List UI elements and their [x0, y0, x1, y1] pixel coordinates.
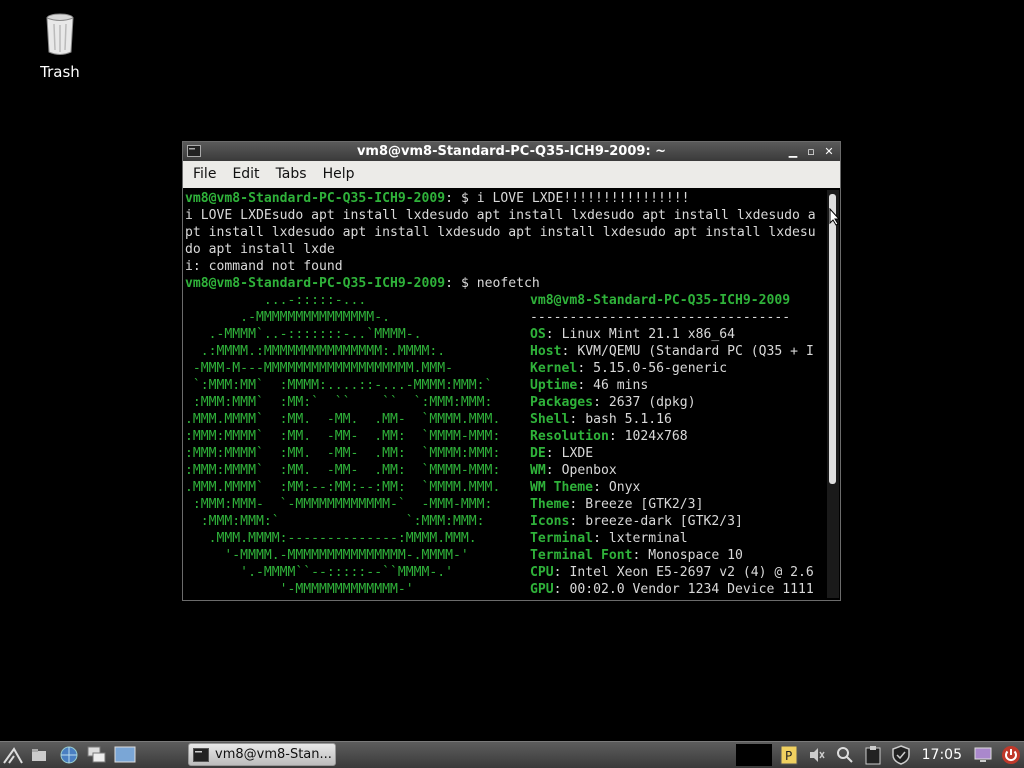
neofetch-logo-line: '.-MMMM``--:::::--``MMMM-.' [185, 565, 454, 580]
neofetch-logo-line: .-MMMM`..-:::::::-..`MMMM-. [185, 327, 422, 342]
neofetch-info-line: Packages: 2637 (dpkg) [530, 395, 696, 410]
neofetch-logo-line: ...-:::::-... [185, 293, 367, 308]
web-browser-launcher[interactable] [58, 744, 80, 766]
globe-icon [60, 746, 78, 764]
desktop-icon [114, 746, 136, 763]
window-titlebar[interactable]: vm8@vm8-Standard-PC-Q35-ICH9-2009: ~ ▁ ▫… [183, 142, 840, 161]
maximize-button[interactable]: ▫ [804, 142, 818, 161]
neofetch-info-line: Host: KVM/QEMU (Standard PC (Q35 + I [530, 344, 814, 359]
clipboard-icon [865, 746, 881, 765]
logout-button[interactable] [1000, 744, 1022, 766]
speaker-muted-icon [809, 748, 825, 762]
neofetch-info-line: Terminal: lxterminal [530, 531, 688, 546]
window-switcher-button[interactable] [86, 744, 108, 766]
parking-icon: P [780, 745, 798, 765]
neofetch-logo-line: :MMM:MMM- `-MMMMMMMMMMMM-` -MMM-MMM: [185, 497, 493, 512]
shield-icon [891, 745, 910, 765]
terminal-line: i: command not found [185, 259, 343, 274]
neofetch-info-line: Theme: Breeze [GTK2/3] [530, 497, 704, 512]
neofetch-info-line: DE: LXDE [530, 446, 594, 461]
close-button[interactable]: ✕ [822, 142, 836, 161]
menu-help[interactable]: Help [315, 161, 363, 188]
neofetch-info-line: CPU: Intel Xeon E5-2697 v2 (4) @ 2.6 [530, 565, 814, 580]
menu-tabs[interactable]: Tabs [268, 161, 315, 188]
clock[interactable]: 17:05 [918, 747, 966, 763]
terminal-window[interactable]: vm8@vm8-Standard-PC-Q35-ICH9-2009: ~ ▁ ▫… [182, 141, 841, 601]
window-title: vm8@vm8-Standard-PC-Q35-ICH9-2009: ~ [356, 144, 667, 159]
terminal-area[interactable]: vm8@vm8-Standard-PC-Q35-ICH9-2009: $ i L… [185, 190, 826, 598]
taskbar: vm8@vm8-Stan... P 17:05 [0, 741, 1024, 768]
neofetch-logo-line: :MMM:MMMM` :MM. -MM- .MM: `MMMM:MMM: [185, 446, 501, 461]
terminal-line: i LOVE LXDEsudo apt install lxdesudo apt… [185, 208, 816, 223]
neofetch-info-line: Shell: bash 5.1.16 [530, 412, 672, 427]
lock-screen-button[interactable] [972, 744, 994, 766]
taskbar-terminal-task[interactable]: vm8@vm8-Stan... [188, 743, 336, 766]
terminal-line: vm8@vm8-Standard-PC-Q35-ICH9-2009: $ i L… [185, 191, 690, 206]
terminal-icon [193, 747, 209, 762]
neofetch-logo-line: :MMM:MMMM` :MM. -MM- .MM: `MMMM-MMM: [185, 463, 501, 478]
neofetch-logo-line: .MMM.MMMM` :MM. -MM. .MM- `MMMM.MMM. [185, 412, 501, 427]
neofetch-info-line: Terminal Font: Monospace 10 [530, 548, 743, 563]
neofetch-header: vm8@vm8-Standard-PC-Q35-ICH9-2009 [530, 293, 791, 308]
tray-app-p[interactable]: P [778, 744, 800, 766]
neofetch-logo-line: -MMM-M---MMMMMMMMMMMMMMMMMMM.MMM- [185, 361, 454, 376]
neofetch-info-line: Resolution: 1024x768 [530, 429, 688, 444]
neofetch-logo-line: .MMM.MMMM` :MM:--:MM:--:MM: `MMMM.MMM. [185, 480, 501, 495]
menu-edit[interactable]: Edit [224, 161, 267, 188]
minimize-button[interactable]: ▁ [786, 142, 800, 161]
menu-file[interactable]: File [185, 161, 224, 188]
task-label: vm8@vm8-Stan... [215, 747, 332, 762]
neofetch-logo-line: .-MMMMMMMMMMMMMMM-. [185, 310, 390, 325]
monitor-lock-icon [974, 747, 992, 762]
neofetch-logo-line: '-MMMM.-MMMMMMMMMMMMMMM-.MMMM-' [185, 548, 469, 563]
scrollbar[interactable] [827, 190, 839, 598]
power-icon [1002, 746, 1020, 764]
volume-tray[interactable] [806, 744, 828, 766]
svg-text:P: P [785, 749, 792, 763]
scrollbar-thumb[interactable] [829, 194, 836, 484]
lxde-menu-icon [3, 747, 23, 764]
neofetch-info-line: OS: Linux Mint 21.1 x86_64 [530, 327, 735, 342]
folder-icon [32, 749, 46, 761]
neofetch-info-line: Kernel: 5.15.0-56-generic [530, 361, 728, 376]
terminal-line: do apt install lxde [185, 242, 335, 257]
start-menu-button[interactable] [2, 744, 24, 766]
shield-tray[interactable] [890, 744, 912, 766]
neofetch-info-line: WM: Openbox [530, 463, 617, 478]
trash-icon [46, 13, 74, 55]
neofetch-info-line: Uptime: 46 mins [530, 378, 649, 393]
neofetch-info-line: WM Theme: Onyx [530, 480, 641, 495]
trash-label: Trash [40, 63, 80, 81]
neofetch-logo-line: :MMM:MMMM` :MM. -MM- .MM: `MMMM-MMM: [185, 429, 501, 444]
trash-desktop-icon[interactable]: Trash [30, 12, 90, 81]
terminal-line: pt install lxdesudo apt install lxdesudo… [185, 225, 816, 240]
terminal-window-icon[interactable] [187, 145, 201, 157]
neofetch-info-line: GPU: 00:02.0 Vendor 1234 Device 1111 [530, 582, 814, 597]
tray-blank-area [735, 744, 772, 766]
neofetch-logo-line: .:MMMM.:MMMMMMMMMMMMMMM:.MMMM:. [185, 344, 446, 359]
neofetch-logo-line: `:MMM:MM` :MMMM:....::-...-MMMM:MMM:` [185, 378, 493, 393]
show-desktop-button[interactable] [114, 744, 136, 766]
neofetch-separator: --------------------------------- [530, 310, 791, 325]
search-tray[interactable] [834, 744, 856, 766]
neofetch-logo-line: :MMM:MMM` :MM:` `` `` `:MMM:MMM: [185, 395, 493, 410]
neofetch-logo-line: :MMM:MMM:` `:MMM:MMM: [185, 514, 485, 529]
file-manager-launcher[interactable] [30, 744, 52, 766]
neofetch-logo-line: '-MMMMMMMMMMMMM-' [185, 582, 414, 597]
windows-icon [87, 746, 106, 763]
neofetch-info-line: Icons: breeze-dark [GTK2/3] [530, 514, 743, 529]
magnifier-icon [836, 747, 853, 763]
clipboard-tray[interactable] [862, 744, 884, 766]
terminal-line: vm8@vm8-Standard-PC-Q35-ICH9-2009: $ neo… [185, 276, 540, 291]
mouse-cursor-icon [829, 208, 841, 226]
neofetch-logo-line: .MMM.MMMM:--------------:MMMM.MMM. [185, 531, 477, 546]
menubar: File Edit Tabs Help [183, 161, 840, 188]
